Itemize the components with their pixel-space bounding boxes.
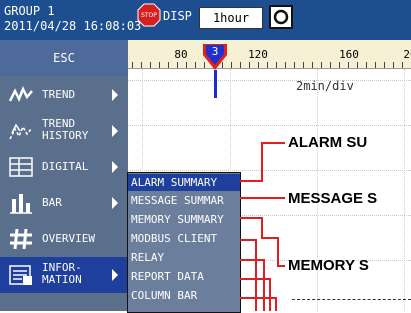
callout-alarm-summary: ALARM SU (288, 134, 368, 151)
callout-memory-summary: MEMORY S (288, 257, 369, 274)
dashed-separator (292, 299, 411, 300)
callout-message-summary: MESSAGE S (288, 190, 378, 207)
